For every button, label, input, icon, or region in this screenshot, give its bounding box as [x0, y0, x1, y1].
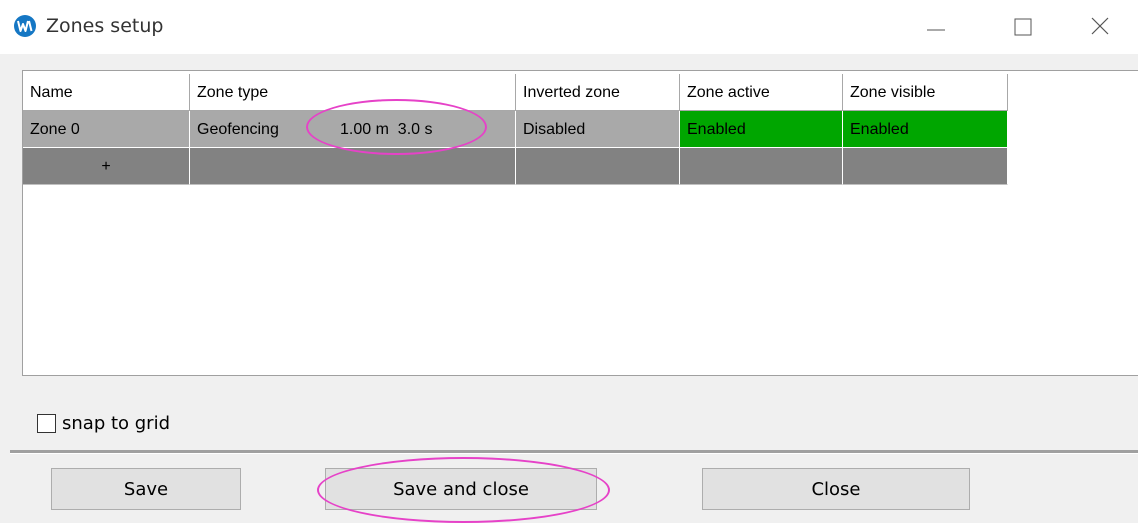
- zone-type-cell[interactable]: Geofencing 1.00 m 3.0 s: [190, 111, 516, 148]
- snap-to-grid-option[interactable]: snap to grid: [37, 411, 170, 435]
- zone-type-value: Geofencing: [197, 121, 279, 138]
- snap-to-grid-label: snap to grid: [62, 412, 171, 434]
- add-zone-button[interactable]: +: [23, 148, 190, 185]
- column-header-name[interactable]: Name: [23, 74, 190, 111]
- inverted-zone-cell[interactable]: Disabled: [516, 111, 680, 148]
- maximize-button[interactable]: [1000, 10, 1040, 44]
- add-row-cell: [190, 148, 516, 185]
- zone-visible-cell[interactable]: Enabled: [843, 111, 1008, 148]
- column-header-zone-visible[interactable]: Zone visible: [843, 74, 1008, 111]
- add-row-cell: [680, 148, 843, 185]
- column-header-zone-type[interactable]: Zone type: [190, 74, 516, 111]
- maximize-icon: [1014, 18, 1032, 36]
- close-window-button[interactable]: [1081, 10, 1121, 44]
- zone-name-cell[interactable]: Zone 0: [23, 111, 190, 148]
- minimize-button[interactable]: [915, 10, 955, 44]
- close-icon: [1091, 17, 1109, 35]
- app-logo-icon: [12, 14, 38, 38]
- title-bar: Zones setup: [0, 0, 1138, 54]
- column-header-zone-active[interactable]: Zone active: [680, 74, 843, 111]
- save-and-close-button[interactable]: Save and close: [325, 468, 597, 510]
- divider: [10, 450, 1138, 454]
- zone-active-cell[interactable]: Enabled: [680, 111, 843, 148]
- add-row-cell: [516, 148, 680, 185]
- zone-params-value: 1.00 m 3.0 s: [340, 121, 433, 138]
- minimize-icon: [927, 29, 945, 31]
- close-button[interactable]: Close: [702, 468, 970, 510]
- save-button[interactable]: Save: [51, 468, 241, 510]
- zones-table-panel: Name Zone type Inverted zone Zone active…: [22, 70, 1138, 376]
- window-title: Zones setup: [46, 15, 164, 37]
- column-header-inverted-zone[interactable]: Inverted zone: [516, 74, 680, 111]
- add-row-cell: [843, 148, 1008, 185]
- snap-to-grid-checkbox[interactable]: [37, 413, 56, 433]
